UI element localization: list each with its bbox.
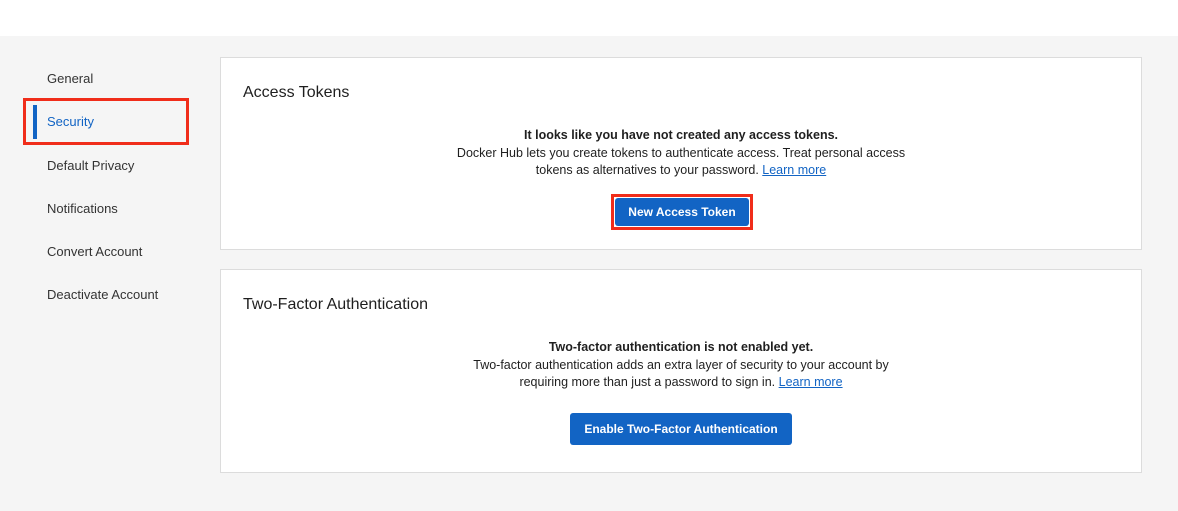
new-access-token-button[interactable]: New Access Token	[615, 198, 749, 226]
access-tokens-heading: It looks like you have not created any a…	[523, 128, 839, 142]
access-tokens-description-line2: tokens as alternatives to your password.	[535, 163, 759, 177]
sidebar-item-deactivate-account[interactable]: Deactivate Account	[47, 287, 158, 302]
settings-page: General Security Default Privacy Notific…	[0, 36, 1178, 511]
access-tokens-description-line2-wrap: tokens as alternatives to your password.…	[221, 162, 1141, 180]
sidebar-item-security[interactable]: Security	[47, 114, 94, 129]
sidebar-item-notifications[interactable]: Notifications	[47, 201, 118, 216]
two-factor-learn-more-link[interactable]: Learn more	[779, 375, 843, 389]
two-factor-description-line2: requiring more than just a password to s…	[519, 375, 776, 389]
sidebar-item-general[interactable]: General	[47, 71, 93, 86]
sidebar-item-default-privacy[interactable]: Default Privacy	[47, 158, 134, 173]
sidebar-active-indicator	[33, 105, 37, 139]
access-tokens-description-line1: Docker Hub lets you create tokens to aut…	[456, 145, 906, 160]
access-tokens-title: Access Tokens	[243, 84, 350, 101]
settings-sidebar: General Security Default Privacy Notific…	[0, 36, 210, 511]
two-factor-empty-state: Two-factor authentication is not enabled…	[221, 339, 1141, 392]
sidebar-item-convert-account[interactable]: Convert Account	[47, 244, 142, 259]
two-factor-description-line2-wrap: requiring more than just a password to s…	[221, 374, 1141, 392]
two-factor-heading: Two-factor authentication is not enabled…	[548, 340, 814, 354]
two-factor-description-line1: Two-factor authentication adds an extra …	[473, 357, 889, 372]
two-factor-title: Two-Factor Authentication	[243, 296, 428, 313]
access-tokens-learn-more-link[interactable]: Learn more	[762, 163, 826, 177]
top-bar	[0, 0, 1178, 36]
access-tokens-card: Access Tokens It looks like you have not…	[220, 57, 1142, 250]
enable-two-factor-button[interactable]: Enable Two-Factor Authentication	[570, 413, 792, 445]
access-tokens-empty-state: It looks like you have not created any a…	[221, 127, 1141, 180]
two-factor-card: Two-Factor Authentication Two-factor aut…	[220, 269, 1142, 473]
